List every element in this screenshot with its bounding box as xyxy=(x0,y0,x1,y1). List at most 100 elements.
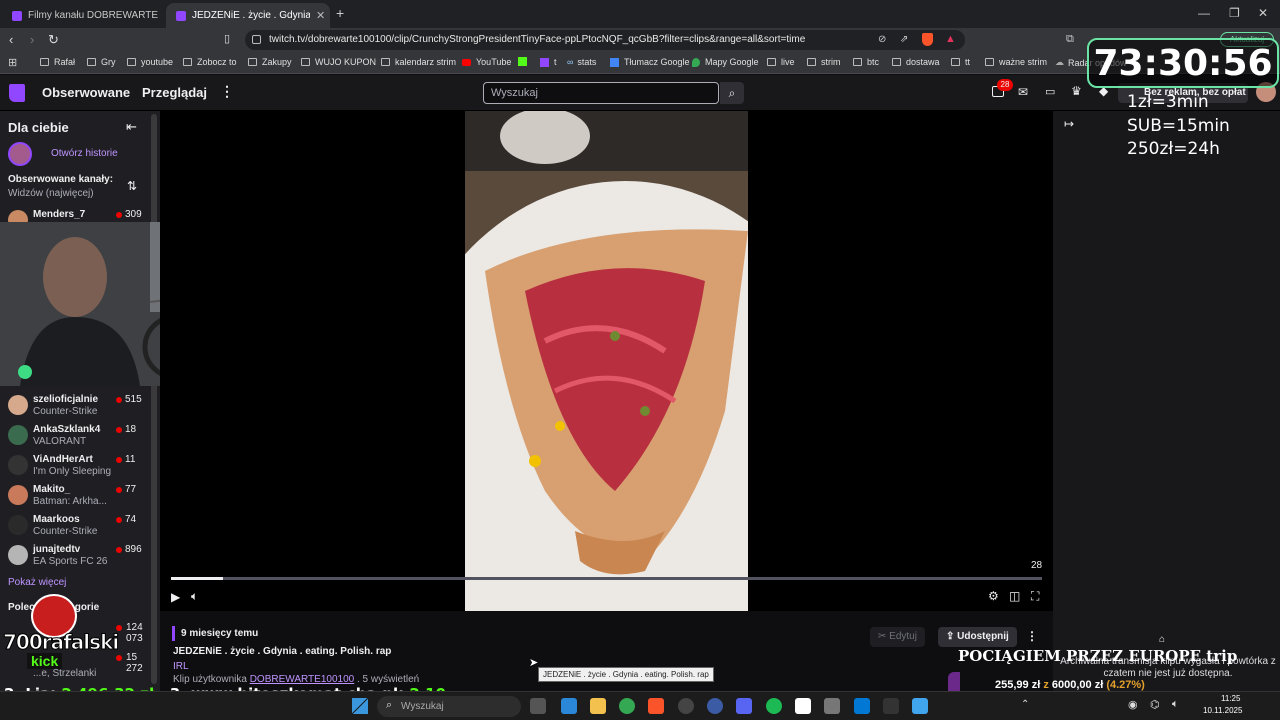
close-tab-icon[interactable]: ✕ xyxy=(316,9,325,22)
tab-clip[interactable]: JEDZENiE . życie . Gdynia . eating. ✕ xyxy=(166,3,330,28)
bookmark-item[interactable]: youtube xyxy=(127,57,173,67)
site-info-icon[interactable] xyxy=(252,35,261,44)
bookmark-item[interactable]: strim xyxy=(807,57,841,67)
bookmark-item[interactable]: kalendarz strim xyxy=(381,57,456,67)
close-window-icon[interactable]: ✕ xyxy=(1258,6,1268,20)
app-icon[interactable] xyxy=(854,698,870,714)
channel-item[interactable]: szelioficjalnie Counter-Strike 515 xyxy=(8,391,154,419)
play-icon[interactable]: ▶ xyxy=(171,590,180,604)
volume-tray-icon[interactable]: 🔈︎ xyxy=(1172,698,1179,711)
search-icon[interactable]: ⌕ xyxy=(720,82,744,104)
inbox-icon[interactable]: ✉ xyxy=(1018,85,1028,99)
tab-filmy[interactable]: Filmy kanału DOBREWARTE100100 · xyxy=(2,3,162,28)
cast-icon[interactable]: ⊘ xyxy=(878,34,886,45)
bookmark-item[interactable]: btc xyxy=(853,57,879,67)
reload-icon[interactable]: ↻ xyxy=(48,32,59,48)
clip-category[interactable]: IRL xyxy=(173,661,189,672)
bookmark-item[interactable]: live xyxy=(767,57,795,67)
clock-date[interactable]: 10.11.2025 xyxy=(1203,706,1242,715)
back-icon[interactable]: ‹ xyxy=(9,32,13,47)
taskbar-search-input[interactable]: Wyszukaj xyxy=(377,696,521,717)
bookmark-label: strim xyxy=(821,57,841,67)
discord-icon[interactable] xyxy=(736,698,752,714)
channel-item[interactable]: ViAndHerArt I'm Only Sleeping 11 xyxy=(8,451,154,479)
clip-channel-link[interactable]: DOBREWARTE100100 xyxy=(250,674,355,685)
folder-icon xyxy=(381,58,390,66)
bookmark-item[interactable]: Zobocz to xyxy=(183,57,237,67)
calculator-icon[interactable] xyxy=(824,698,840,714)
file-explorer-icon[interactable] xyxy=(590,698,606,714)
bookmark-item[interactable]: tt xyxy=(951,57,970,67)
prime-icon[interactable]: ♛ xyxy=(1071,84,1082,98)
widgets-icon[interactable] xyxy=(561,698,577,714)
chrome-icon[interactable] xyxy=(619,698,635,714)
extensions-icon[interactable]: ⧉ xyxy=(1066,33,1074,46)
fullscreen-icon[interactable]: ⛶ xyxy=(1031,589,1039,604)
network-icon[interactable]: ⌬ xyxy=(1150,698,1160,711)
new-tab-button[interactable]: + xyxy=(336,5,344,21)
word-icon[interactable] xyxy=(912,698,928,714)
channel-item[interactable]: Maarkoos Counter-Strike 74 xyxy=(8,511,154,539)
bookmark-item[interactable]: YouTube xyxy=(462,57,511,67)
sidebar-scrollbar[interactable] xyxy=(151,114,157,684)
edit-button[interactable]: ✂ Edytuj xyxy=(870,627,925,647)
bookmark-item[interactable]: dostawa xyxy=(892,57,940,67)
clip-more-icon[interactable]: ⋮ xyxy=(1026,629,1038,643)
collapse-sidebar-icon[interactable]: ⇤ xyxy=(126,119,137,135)
bookmark-item[interactable] xyxy=(518,57,532,66)
tray-chevron-icon[interactable]: ⌃ xyxy=(1021,699,1029,710)
forward-icon[interactable]: › xyxy=(30,32,34,47)
sort-toggle-icon[interactable]: ⇅ xyxy=(127,179,137,193)
url-field[interactable]: twitch.tv/dobrewarte100100/clip/CrunchyS… xyxy=(245,30,965,50)
bookmark-item[interactable]: Tłumacz Google xyxy=(610,57,690,67)
nav-browse[interactable]: Przeglądaj xyxy=(142,85,207,100)
bookmark-label: btc xyxy=(867,57,880,67)
search-input[interactable]: Wyszukaj xyxy=(483,82,719,104)
app-icon[interactable] xyxy=(707,698,723,714)
whispers-icon[interactable]: ▭ xyxy=(1045,85,1055,98)
bookmark-item[interactable]: Rafał xyxy=(40,57,75,67)
share-button[interactable]: ⇪ Udostępnij xyxy=(938,627,1017,647)
channel-item[interactable]: AnkaSzklank4 VALORANT 18 xyxy=(8,421,154,449)
brave-shield-icon[interactable] xyxy=(922,33,933,46)
steam-icon[interactable]: ◉ xyxy=(1128,698,1138,711)
app-icon[interactable] xyxy=(883,698,899,714)
nav-followed[interactable]: Obserwowane xyxy=(42,85,130,100)
bookmark-item[interactable]: t xyxy=(540,57,557,67)
obs-icon[interactable] xyxy=(678,698,694,714)
bookmark-item[interactable]: Mapy Google xyxy=(692,57,759,67)
show-more-link[interactable]: Pokaż więcej xyxy=(8,577,66,588)
clock-time[interactable]: 11:25 xyxy=(1221,694,1240,703)
pizza-image xyxy=(465,111,748,611)
expand-chat-icon[interactable]: ↦ xyxy=(1064,117,1074,131)
share-icon[interactable]: ⇗ xyxy=(900,34,908,45)
video-progress-track[interactable] xyxy=(171,577,1042,580)
channel-item[interactable]: Makito_ Batman: Arkha... 77 xyxy=(8,481,154,509)
stories-avatar[interactable] xyxy=(8,142,32,166)
theatre-mode-icon[interactable]: ◫ xyxy=(1009,589,1020,603)
apps-grid-icon[interactable]: ⊞ xyxy=(8,56,17,69)
more-menu-icon[interactable]: ⋮ xyxy=(220,83,234,100)
spotify-icon[interactable] xyxy=(766,698,782,714)
bookmark-item[interactable]: ∞ stats xyxy=(567,57,596,67)
chat-icon: ⌂ xyxy=(1159,634,1166,645)
app-icon[interactable] xyxy=(795,698,811,714)
bookmark-icon[interactable]: ▯ xyxy=(224,32,230,45)
windows-start-icon[interactable] xyxy=(352,698,368,714)
minimize-icon[interactable]: — xyxy=(1198,6,1210,20)
sort-label[interactable]: Widzów (najwięcej) xyxy=(8,188,94,199)
bookmark-item[interactable]: ważne strim xyxy=(985,57,1047,67)
settings-gear-icon[interactable]: ⚙ xyxy=(988,589,999,603)
url-text: twitch.tv/dobrewarte100100/clip/CrunchyS… xyxy=(269,34,806,45)
volume-icon[interactable]: 🔈︎ xyxy=(191,589,198,604)
maximize-icon[interactable]: ❐ xyxy=(1229,6,1240,20)
bookmark-item[interactable]: WUJO KUPON xyxy=(301,57,376,67)
channel-item[interactable]: junajtedtv EA Sports FC 26 896 xyxy=(8,541,154,569)
twitch-logo-icon[interactable] xyxy=(9,84,25,102)
bookmark-item[interactable]: Gry xyxy=(87,57,116,67)
task-view-icon[interactable] xyxy=(530,698,546,714)
bookmark-item[interactable]: Zakupy xyxy=(248,57,292,67)
brave-icon[interactable] xyxy=(648,698,664,714)
open-stories-link[interactable]: Otwórz historie xyxy=(51,148,118,159)
brave-rewards-icon[interactable]: ▲ xyxy=(945,33,956,45)
